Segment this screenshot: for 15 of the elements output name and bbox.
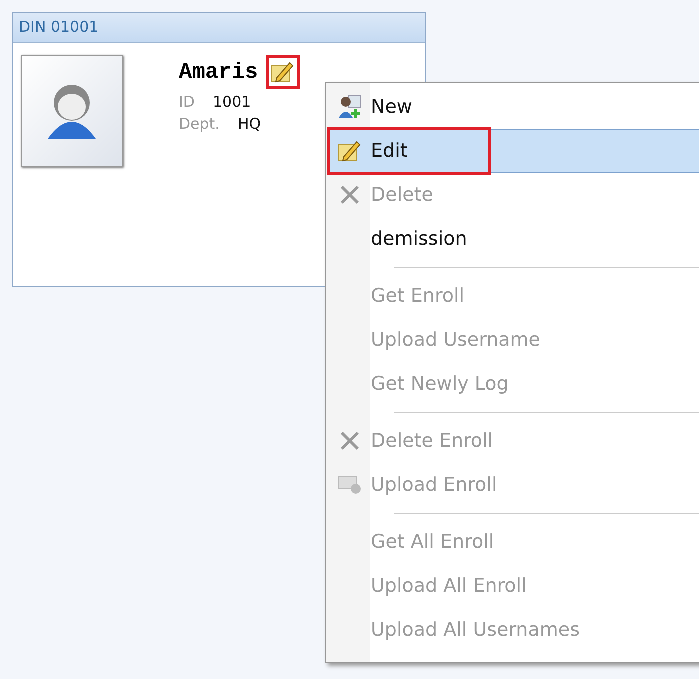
menu-item[interactable]: Edit — [328, 129, 699, 173]
person-add-icon — [337, 94, 363, 120]
employee-name: Amaris — [179, 60, 258, 84]
pencil-icon — [271, 60, 296, 84]
pencil-icon — [338, 139, 362, 163]
field-value: 1001 — [212, 93, 252, 111]
cross-icon — [339, 184, 361, 206]
card-icon — [338, 475, 362, 495]
field-label: Dept. — [179, 115, 220, 133]
avatar-icon — [21, 55, 123, 167]
field-value: HQ — [238, 115, 262, 133]
edit-button[interactable] — [266, 55, 300, 89]
field-label: ID — [179, 93, 195, 111]
card-title: DIN 01001 — [19, 18, 99, 36]
cross-icon — [339, 430, 361, 452]
